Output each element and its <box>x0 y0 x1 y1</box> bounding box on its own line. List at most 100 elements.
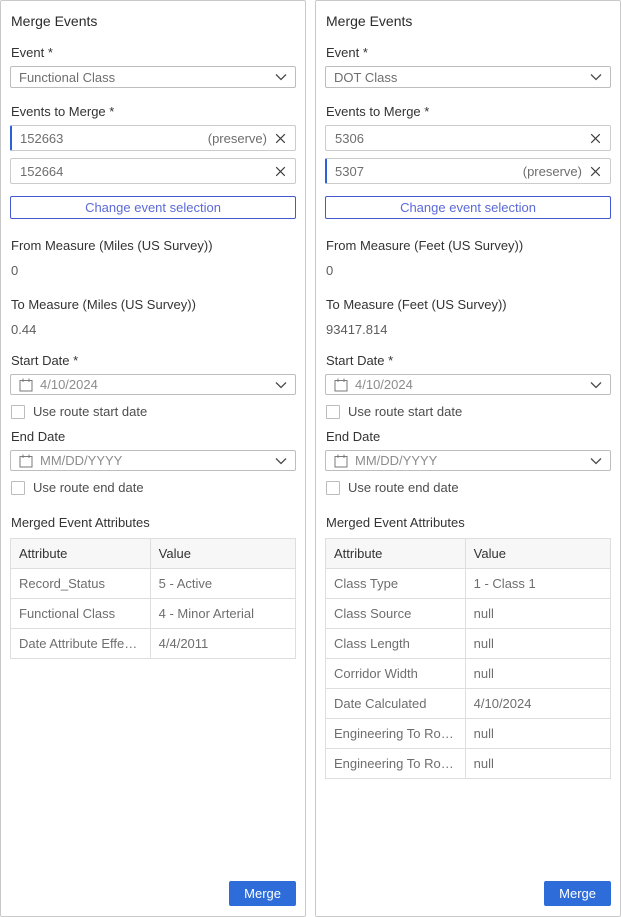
table-row: Date Calculated 4/10/2024 <box>326 689 611 719</box>
from-measure-value: 0 <box>11 263 296 278</box>
event-to-merge-row[interactable]: 152664 <box>10 158 296 184</box>
checkbox-label: Use route start date <box>33 404 147 419</box>
checkbox-icon[interactable] <box>326 405 340 419</box>
event-id: 152663 <box>20 131 208 146</box>
table-row: Engineering To RouteID null <box>326 719 611 749</box>
use-route-end-date-checkbox-row[interactable]: Use route end date <box>326 480 611 495</box>
merge-events-panel-right: Merge Events Event * DOT Class Events to… <box>315 0 621 917</box>
calendar-icon <box>19 454 33 468</box>
page-title: Merge Events <box>326 13 611 29</box>
calendar-icon <box>334 454 348 468</box>
checkbox-label: Use route start date <box>348 404 462 419</box>
table-row: Class Length null <box>326 629 611 659</box>
start-date-input[interactable]: 4/10/2024 <box>10 374 296 395</box>
start-date-input[interactable]: 4/10/2024 <box>325 374 611 395</box>
end-date-input[interactable]: MM/DD/YYYY <box>325 450 611 471</box>
chevron-down-icon <box>590 457 602 465</box>
value-column-header: Value <box>465 539 610 569</box>
value-cell: null <box>465 719 610 749</box>
remove-event-icon[interactable] <box>274 165 287 178</box>
attribute-cell: Engineering To RouteID <box>326 719 466 749</box>
value-cell: null <box>465 599 610 629</box>
attribute-column-header: Attribute <box>11 539 151 569</box>
events-to-merge-label: Events to Merge * <box>11 104 296 119</box>
to-measure-value: 93417.814 <box>326 322 611 337</box>
events-to-merge-list: 152663 (preserve) 152664 <box>10 125 296 184</box>
end-date-input[interactable]: MM/DD/YYYY <box>10 450 296 471</box>
use-route-start-date-checkbox-row[interactable]: Use route start date <box>11 404 296 419</box>
calendar-icon <box>334 378 348 392</box>
value-cell: 4/4/2011 <box>150 629 295 659</box>
table-row: Engineering To Route ... null <box>326 749 611 779</box>
event-select-value: Functional Class <box>19 70 269 85</box>
checkbox-label: Use route end date <box>33 480 144 495</box>
checkbox-icon[interactable] <box>326 481 340 495</box>
checkbox-icon[interactable] <box>11 481 25 495</box>
value-cell: null <box>465 629 610 659</box>
calendar-icon <box>19 378 33 392</box>
event-select-value: DOT Class <box>334 70 584 85</box>
to-measure-value: 0.44 <box>11 322 296 337</box>
event-to-merge-row[interactable]: 5307 (preserve) <box>325 158 611 184</box>
chevron-down-icon <box>590 73 602 81</box>
merged-attributes-table: Attribute Value Class Type 1 - Class 1 C… <box>325 538 611 779</box>
value-cell: null <box>465 749 610 779</box>
table-row: Class Type 1 - Class 1 <box>326 569 611 599</box>
event-label: Event * <box>11 45 296 60</box>
value-column-header: Value <box>150 539 295 569</box>
value-cell: 5 - Active <box>150 569 295 599</box>
change-event-selection-button[interactable]: Change event selection <box>10 196 296 219</box>
to-measure-label: To Measure (Feet (US Survey)) <box>326 297 611 312</box>
attribute-cell: Record_Status <box>11 569 151 599</box>
attribute-column-header: Attribute <box>326 539 466 569</box>
start-date-label: Start Date * <box>11 353 296 368</box>
end-date-label: End Date <box>11 429 296 444</box>
table-row: Date Attribute Effective 4/4/2011 <box>11 629 296 659</box>
merged-attributes-table: Attribute Value Record_Status 5 - Active… <box>10 538 296 659</box>
event-id: 5307 <box>335 164 523 179</box>
checkbox-label: Use route end date <box>348 480 459 495</box>
attribute-cell: Date Attribute Effective <box>11 629 151 659</box>
merge-button[interactable]: Merge <box>229 881 296 906</box>
event-select[interactable]: Functional Class <box>10 66 296 88</box>
use-route-start-date-checkbox-row[interactable]: Use route start date <box>326 404 611 419</box>
value-cell: 1 - Class 1 <box>465 569 610 599</box>
table-row: Corridor Width null <box>326 659 611 689</box>
start-date-label: Start Date * <box>326 353 611 368</box>
value-cell: 4/10/2024 <box>465 689 610 719</box>
attribute-cell: Engineering To Route ... <box>326 749 466 779</box>
value-cell: 4 - Minor Arterial <box>150 599 295 629</box>
end-date-label: End Date <box>326 429 611 444</box>
attribute-cell: Functional Class <box>11 599 151 629</box>
from-measure-value: 0 <box>326 263 611 278</box>
from-measure-label: From Measure (Feet (US Survey)) <box>326 238 611 253</box>
end-date-placeholder: MM/DD/YYYY <box>40 453 269 468</box>
chevron-down-icon <box>590 381 602 389</box>
table-row: Class Source null <box>326 599 611 629</box>
chevron-down-icon <box>275 457 287 465</box>
merge-events-panel-left: Merge Events Event * Functional Class Ev… <box>0 0 306 917</box>
events-to-merge-label: Events to Merge * <box>326 104 611 119</box>
merged-event-attributes-label: Merged Event Attributes <box>11 515 296 530</box>
event-to-merge-row[interactable]: 152663 (preserve) <box>10 125 296 151</box>
remove-event-icon[interactable] <box>589 132 602 145</box>
preserve-tag: (preserve) <box>208 131 267 146</box>
event-select[interactable]: DOT Class <box>325 66 611 88</box>
end-date-placeholder: MM/DD/YYYY <box>355 453 584 468</box>
chevron-down-icon <box>275 381 287 389</box>
change-event-selection-button[interactable]: Change event selection <box>325 196 611 219</box>
merged-event-attributes-label: Merged Event Attributes <box>326 515 611 530</box>
use-route-end-date-checkbox-row[interactable]: Use route end date <box>11 480 296 495</box>
start-date-value: 4/10/2024 <box>40 377 269 392</box>
event-to-merge-row[interactable]: 5306 <box>325 125 611 151</box>
table-row: Functional Class 4 - Minor Arterial <box>11 599 296 629</box>
checkbox-icon[interactable] <box>11 405 25 419</box>
from-measure-label: From Measure (Miles (US Survey)) <box>11 238 296 253</box>
event-label: Event * <box>326 45 611 60</box>
remove-event-icon[interactable] <box>589 165 602 178</box>
preserve-tag: (preserve) <box>523 164 582 179</box>
attribute-cell: Date Calculated <box>326 689 466 719</box>
remove-event-icon[interactable] <box>274 132 287 145</box>
attribute-cell: Corridor Width <box>326 659 466 689</box>
merge-button[interactable]: Merge <box>544 881 611 906</box>
